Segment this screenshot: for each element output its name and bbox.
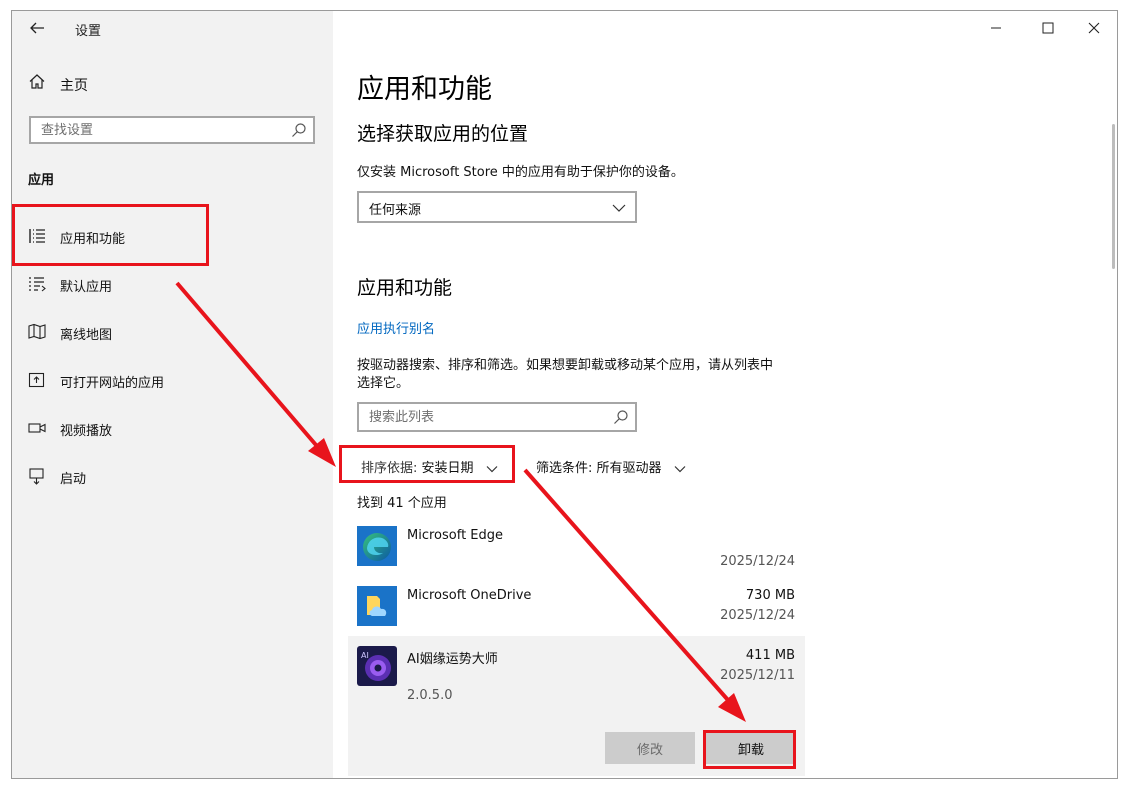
minimize-icon[interactable] [973,11,1019,45]
app-name: Microsoft Edge [407,528,504,543]
app-name: AI姻缘运势大师 [407,652,498,667]
svg-text:AI: AI [361,651,369,660]
sidebar-item-home[interactable]: 主页 [12,69,333,99]
search-icon[interactable] [613,409,629,425]
startup-icon [28,467,46,485]
settings-search-box[interactable] [29,116,315,144]
page-title: 应用和功能 [357,74,492,105]
app-count: 找到 41 个应用 [357,496,447,511]
settings-search-input[interactable] [31,118,291,142]
sidebar: 设置 主页 应用 应用和功能 默认应用 [12,11,333,778]
source-description: 仅安装 Microsoft Store 中的应用有助于保护你的设备。 [357,165,684,180]
sidebar-item-startup[interactable]: 启动 [12,456,333,496]
open-website-icon [28,371,46,389]
app-version: 2.0.5.0 [407,688,453,703]
app-size: 411 MB [745,648,795,663]
app-install-date: 2025/12/11 [720,668,795,683]
close-icon[interactable] [1071,11,1117,45]
main-content: 应用和功能 选择获取应用的位置 仅安装 Microsoft Store 中的应用… [333,11,1117,778]
back-arrow-icon[interactable] [24,16,50,42]
install-source-dropdown[interactable]: 任何来源 [357,191,637,223]
app-install-date: 2025/12/24 [720,608,795,623]
app-list-item-edge[interactable]: Microsoft Edge 2025/12/24 [348,516,805,576]
filter-by-dropdown[interactable]: 筛选条件: 所有驱动器 [536,457,686,476]
app-title: 设置 [75,24,102,39]
onedrive-icon [357,586,397,626]
title-bar: 设置 [12,11,333,45]
modify-button[interactable]: 修改 [605,732,695,764]
app-size: 730 MB [745,588,795,603]
sidebar-item-default-apps[interactable]: 默认应用 [12,264,333,304]
search-icon[interactable] [291,122,307,138]
sidebar-item-video-playback[interactable]: 视频播放 [12,408,333,448]
annotation-highlight-uninstall [703,730,796,769]
app-list-search-box[interactable] [357,402,637,432]
app-install-date: 2025/12/24 [720,554,795,569]
apps-heading: 应用和功能 [357,277,453,299]
app-list-item-onedrive[interactable]: Microsoft OneDrive 730 MB 2025/12/24 [348,576,805,636]
app-name: Microsoft OneDrive [407,588,532,603]
app-execution-alias-link[interactable]: 应用执行别名 [357,318,435,337]
search-description-line1: 按驱动器搜索、排序和筛选。如果想要卸载或移动某个应用，请从列表中 [357,358,774,373]
chevron-down-icon [674,463,686,475]
sidebar-item-label: 可打开网站的应用 [60,376,165,391]
annotation-highlight-sidebar [12,204,209,266]
sidebar-item-offline-maps[interactable]: 离线地图 [12,312,333,352]
sidebar-item-label: 视频播放 [60,424,113,439]
map-icon [28,323,46,341]
app-list-search-input[interactable] [359,404,613,430]
search-description-line2: 选择它。 [357,376,410,391]
chevron-down-icon [612,200,626,214]
sidebar-item-label: 离线地图 [60,328,113,343]
filter-key-label: 筛选条件: [536,461,593,476]
home-icon [28,73,46,91]
settings-window: 设置 主页 应用 应用和功能 默认应用 [11,10,1118,779]
default-apps-icon [28,275,46,293]
sidebar-item-apps-for-websites[interactable]: 可打开网站的应用 [12,360,333,400]
sidebar-item-label: 默认应用 [60,280,113,295]
video-icon [28,419,46,437]
section-title: 应用 [28,173,55,188]
maximize-icon[interactable] [1025,11,1071,45]
annotation-highlight-sort [339,445,515,483]
ai-app-icon: AI [357,646,397,686]
dropdown-value: 任何来源 [369,203,422,218]
sidebar-item-label: 启动 [60,472,87,487]
sidebar-item-label: 主页 [60,78,88,94]
edge-icon [357,526,397,566]
source-heading: 选择获取应用的位置 [357,123,529,145]
filter-value: 所有驱动器 [596,461,662,476]
scrollbar[interactable] [1112,124,1115,269]
